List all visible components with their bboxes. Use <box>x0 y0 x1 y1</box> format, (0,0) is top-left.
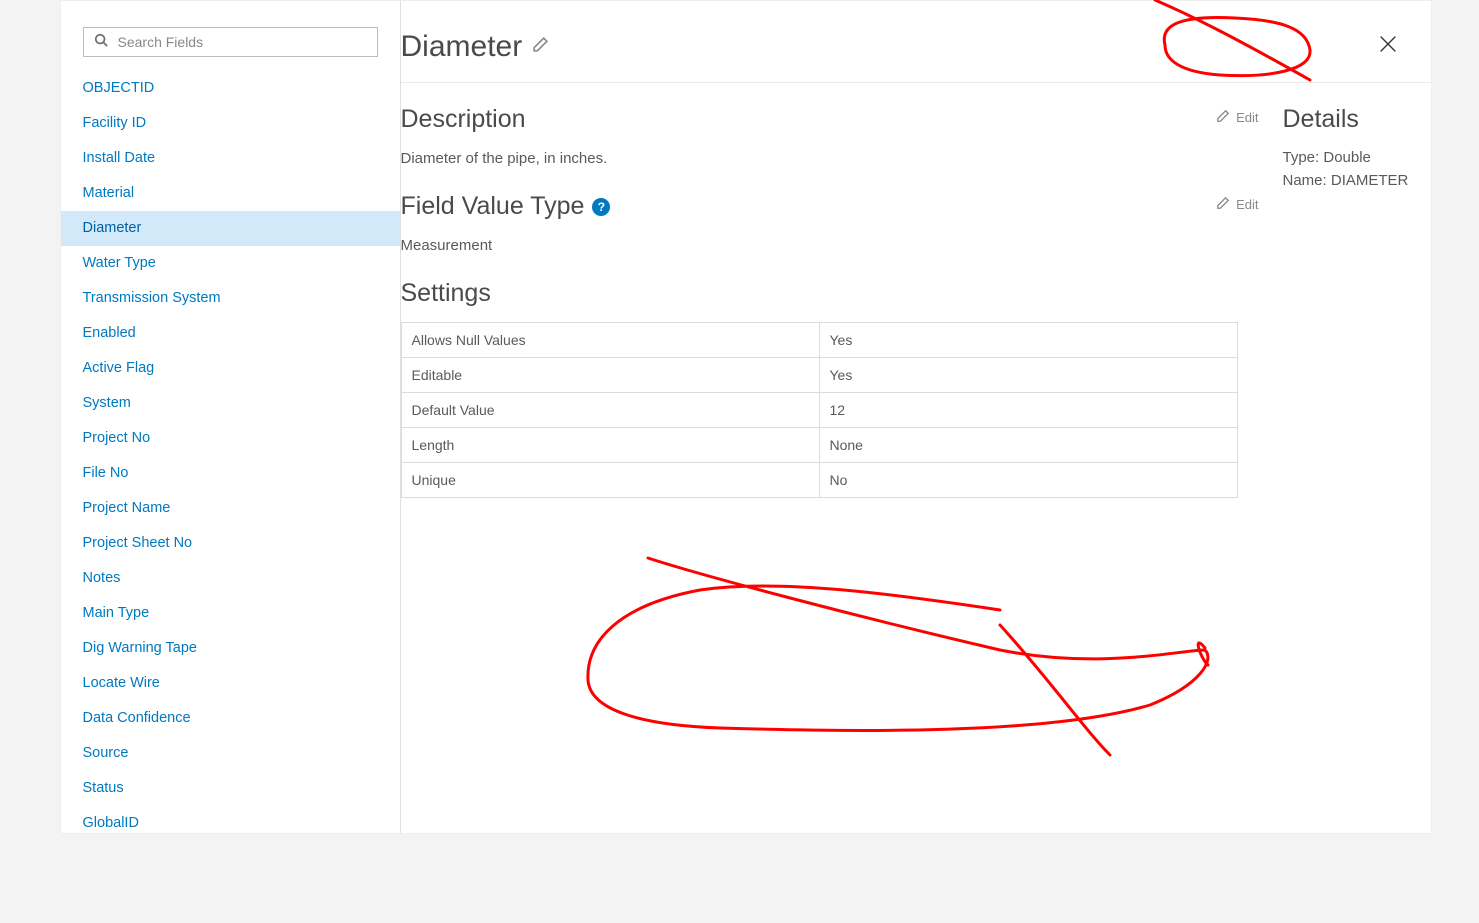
search-field-box[interactable] <box>83 27 378 57</box>
pencil-icon <box>1216 109 1230 126</box>
field-item[interactable]: Locate Wire <box>61 666 400 701</box>
field-item[interactable]: Dig Warning Tape <box>61 631 400 666</box>
field-item[interactable]: Project No <box>61 421 400 456</box>
field-value-type-heading: Field Value Type ? <box>401 192 1217 221</box>
details-heading: Details <box>1283 105 1425 134</box>
details-panel: Details Type: Double Name: DIAMETER <box>1283 83 1431 833</box>
field-item[interactable]: Install Date <box>61 141 400 176</box>
field-item[interactable]: System <box>61 386 400 421</box>
table-row: UniqueNo <box>401 463 1237 498</box>
sidebar: OBJECTIDFacility IDInstall DateMaterialD… <box>61 1 401 833</box>
field-item[interactable]: OBJECTID <box>61 71 400 106</box>
description-heading: Description <box>401 105 1217 134</box>
help-icon[interactable]: ? <box>592 198 610 216</box>
details-name-row: Name: DIAMETER <box>1283 169 1425 192</box>
table-row: LengthNone <box>401 428 1237 463</box>
setting-value: No <box>819 463 1237 498</box>
field-item[interactable]: Status <box>61 771 400 806</box>
field-item[interactable]: Water Type <box>61 246 400 281</box>
field-item[interactable]: Material <box>61 176 400 211</box>
setting-value: None <box>819 428 1237 463</box>
table-row: Default Value12 <box>401 393 1237 428</box>
search-icon <box>94 33 108 52</box>
settings-table: Allows Null ValuesYesEditableYesDefault … <box>401 322 1238 498</box>
setting-label: Unique <box>401 463 819 498</box>
setting-value: Yes <box>819 358 1237 393</box>
main-panel: Diameter Description Diameter of the pip… <box>401 1 1431 833</box>
field-item[interactable]: Main Type <box>61 596 400 631</box>
setting-label: Length <box>401 428 819 463</box>
edit-label: Edit <box>1236 110 1258 125</box>
setting-label: Editable <box>401 358 819 393</box>
field-item[interactable]: Diameter <box>61 211 400 246</box>
pencil-icon <box>1216 196 1230 213</box>
field-item[interactable]: Transmission System <box>61 281 400 316</box>
settings-heading: Settings <box>401 279 1259 308</box>
search-input[interactable] <box>108 34 367 50</box>
description-text: Diameter of the pipe, in inches. <box>401 148 1217 170</box>
field-item[interactable]: Facility ID <box>61 106 400 141</box>
close-button[interactable] <box>1373 29 1403 64</box>
field-item[interactable]: Project Sheet No <box>61 526 400 561</box>
field-item[interactable]: Project Name <box>61 491 400 526</box>
setting-value: 12 <box>819 393 1237 428</box>
details-type-row: Type: Double <box>1283 146 1425 169</box>
setting-value: Yes <box>819 323 1237 358</box>
edit-description-button[interactable]: Edit <box>1216 109 1258 126</box>
edit-field-value-type-button[interactable]: Edit <box>1216 196 1258 213</box>
field-value-type-value: Measurement <box>401 235 1217 257</box>
edit-title-icon[interactable] <box>532 36 549 58</box>
setting-label: Allows Null Values <box>401 323 819 358</box>
field-item[interactable]: GlobalID <box>61 806 400 833</box>
table-row: EditableYes <box>401 358 1237 393</box>
page-title: Diameter <box>401 30 523 64</box>
field-item[interactable]: Enabled <box>61 316 400 351</box>
setting-label: Default Value <box>401 393 819 428</box>
field-item[interactable]: Notes <box>61 561 400 596</box>
table-row: Allows Null ValuesYes <box>401 323 1237 358</box>
field-item[interactable]: Source <box>61 736 400 771</box>
field-item[interactable]: File No <box>61 456 400 491</box>
field-item[interactable]: Active Flag <box>61 351 400 386</box>
edit-label: Edit <box>1236 197 1258 212</box>
field-list[interactable]: OBJECTIDFacility IDInstall DateMaterialD… <box>61 71 400 833</box>
field-item[interactable]: Data Confidence <box>61 701 400 736</box>
